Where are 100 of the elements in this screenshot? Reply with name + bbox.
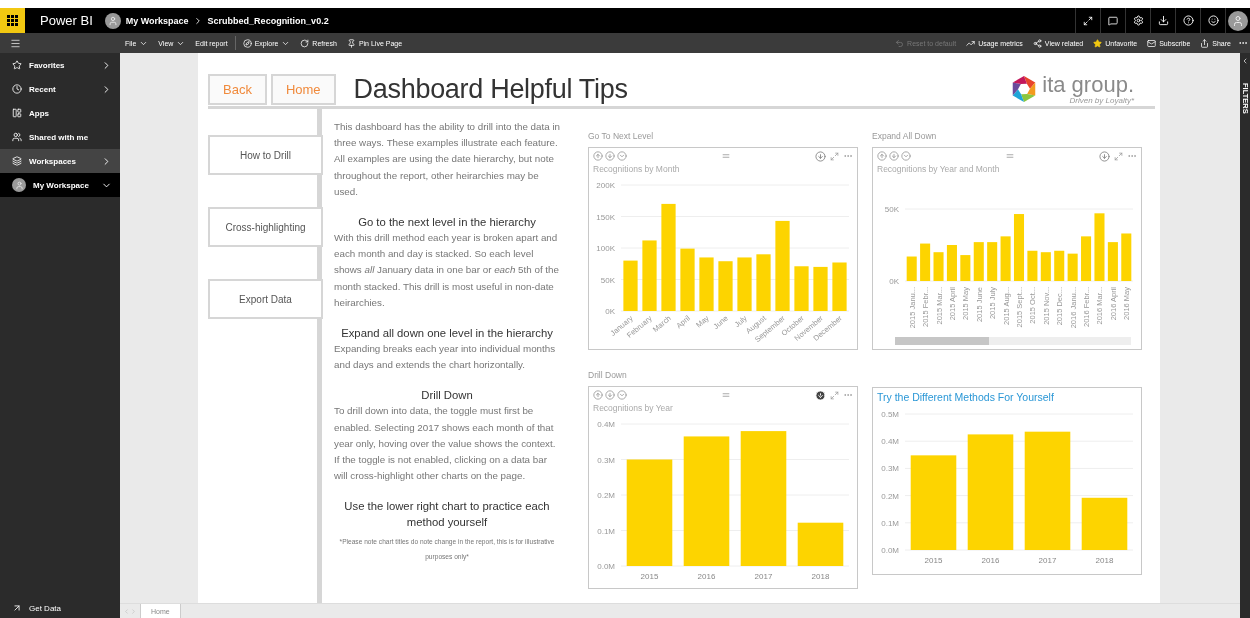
avatar-icon [1228,10,1248,31]
arrow-icon [12,603,22,613]
bar[interactable] [1054,250,1065,281]
bar[interactable] [813,266,828,311]
chart-title: Recognitions by Month [592,164,681,176]
axis-label: 0.2M [597,491,615,500]
bar[interactable] [1081,497,1128,550]
bar[interactable] [1013,214,1025,281]
bar[interactable] [1027,250,1038,281]
bar[interactable] [683,436,730,566]
bar[interactable] [832,262,847,311]
explore-icon [242,38,252,48]
account-button[interactable] [1225,8,1250,33]
avatar-icon[interactable] [104,12,121,29]
bar[interactable] [1040,252,1051,281]
drag-handle-icon[interactable] [721,151,731,161]
focus-mode-icon[interactable] [830,151,839,161]
bar[interactable] [794,266,809,311]
share-icon [1200,38,1210,48]
tip-paragraph: This dashboard has the ability to drill into the data in three ways. These examples illustrate each feature. All examples are using the date hierarchy, but note throughout the report, other heirarchies may be used. [334,120,560,199]
focus-mode-icon[interactable] [1114,151,1123,161]
sidebar-item[interactable]: My Workspace [0,173,120,197]
expand-icon[interactable] [617,151,627,161]
axis-label: 0.5M [881,410,899,419]
bar[interactable] [623,260,638,311]
bar[interactable] [626,459,673,566]
bar[interactable] [1094,213,1105,281]
bar[interactable] [740,431,787,566]
drag-handle-icon[interactable] [1005,151,1015,161]
axis-label: 0.1M [881,518,899,528]
nav-button[interactable]: How to Drill [208,135,323,175]
collapse-icon[interactable] [1241,57,1249,65]
focus-mode-icon[interactable] [830,390,839,400]
tip-paragraph: To drill down into data, the toggle must first be enabled. Selecting 2017 shows each month of that year only, hoving over the value shows the context. If the toggle is not enabled, clicking on a data bar will cross-highlight other charts on the page. [334,404,557,484]
tip-paragraph: With this drill method each year is broken apart and each month and day is stacked. So each level shows all January data in one bar or each 5th of the month stacked. This drill is most useful in non-date heirarchies. [334,231,560,310]
bar[interactable] [797,522,844,566]
expand-icon[interactable] [617,390,627,400]
breadcrumb-item[interactable]: Scrubbed_Recognition_v0.2 [207,15,329,26]
visual-caption: Go To Next Level [588,131,655,141]
bar[interactable] [933,252,944,281]
drag-handle-icon[interactable] [721,390,731,400]
nav-button[interactable]: Cross-highlighting [208,207,323,247]
bar[interactable] [718,261,733,311]
drill-down-icon[interactable] [605,390,615,400]
comment-icon [1108,15,1118,26]
axis-label: 150K [596,212,615,222]
axis-label: 2015 [924,556,943,565]
bar[interactable] [680,248,695,311]
bar[interactable] [960,255,971,281]
bar[interactable] [1107,242,1118,281]
bar[interactable] [775,220,790,311]
smiley-icon [1207,15,1219,26]
bar[interactable] [906,256,917,281]
bar[interactable] [920,243,931,281]
tip-paragraph: Expanding breaks each year into individual months and days and extends the chart horizontally. [334,342,557,373]
bar[interactable] [1000,236,1011,281]
tip-heading: Drill Down [420,388,474,404]
bar[interactable] [642,240,657,311]
sidebar-item[interactable]: Workspaces [0,149,120,173]
bar[interactable] [1081,236,1092,281]
bar[interactable] [967,434,1014,550]
bar[interactable] [946,245,957,281]
bar[interactable] [1067,253,1078,281]
scrollbar[interactable] [895,337,1131,345]
drill-up-icon[interactable] [877,151,887,161]
bar[interactable] [1121,233,1132,281]
menu-icon [10,37,21,49]
visual-caption: Expand All Down [872,131,938,141]
axis-label: 0K [605,307,615,316]
axis-label: 2018 [811,572,830,581]
axis-label: 50K [884,205,899,214]
breadcrumb-item[interactable]: My Workspace [125,15,189,26]
line-chart-icon [966,38,976,48]
app-launcher-icon[interactable] [7,15,18,26]
undo-icon [895,38,905,48]
bar[interactable] [987,242,998,281]
pin-icon [346,38,356,48]
chart-title: Recognitions by Year [592,403,674,415]
drill-down-icon[interactable] [605,151,615,161]
refresh-icon [300,38,310,48]
drill-up-icon[interactable] [593,390,603,400]
bar[interactable] [661,203,676,311]
bar[interactable] [737,257,752,311]
previous-icon[interactable] [123,607,130,615]
axis-label: 2016 [697,572,716,581]
nodes-icon [1032,38,1042,48]
report-title: Dashboard Helpful Tips [353,73,628,105]
drill-up-icon[interactable] [593,151,603,161]
drill-down-icon[interactable] [889,151,899,161]
bar[interactable] [973,242,984,281]
axis-label: 2015 [640,572,659,581]
nav-button[interactable]: Export Data [208,279,323,319]
bar[interactable] [756,254,771,311]
bar[interactable] [699,257,714,311]
expand-icon[interactable] [901,151,911,161]
bar[interactable] [910,455,957,550]
tip-heading: Expand all down one level in the hierarchy [340,326,554,342]
next-icon[interactable] [130,607,137,615]
chart-title: Try the Different Methods For Yourself [876,390,1055,405]
bar[interactable] [1024,431,1071,550]
